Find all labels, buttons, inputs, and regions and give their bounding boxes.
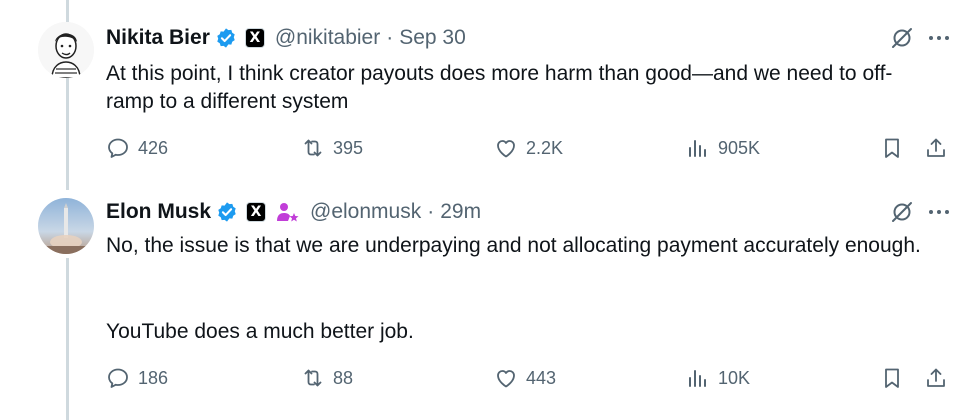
views-count: 10K — [718, 368, 751, 388]
like-button[interactable]: 443 — [494, 366, 556, 390]
repost-button[interactable]: 395 — [301, 136, 363, 160]
separator-dot: · — [427, 200, 435, 223]
views-button[interactable]: 905K — [686, 136, 760, 160]
author-name[interactable]: Elon Musk — [106, 200, 211, 224]
tweet-text-paragraph-1: No, the issue is that we are underpaying… — [106, 234, 921, 257]
reply-icon — [108, 368, 128, 388]
more-options-icon[interactable] — [926, 26, 952, 50]
action-bar: 426 395 2.2K 905K — [106, 136, 950, 166]
bookmark-icon[interactable] — [880, 136, 904, 160]
reply-icon — [108, 138, 128, 158]
avatar-drawing-icon — [38, 22, 94, 78]
repost-button[interactable]: 88 — [301, 366, 353, 390]
author-name[interactable]: Nikita Bier — [106, 26, 210, 50]
timestamp[interactable]: Sep 30 — [399, 26, 466, 50]
more-options-icon[interactable] — [926, 200, 952, 224]
repost-icon — [304, 139, 322, 157]
x-affiliate-icon[interactable]: X — [246, 202, 267, 222]
avatar-rocket-photo-icon — [38, 198, 94, 254]
avatar[interactable] — [38, 198, 94, 254]
reply-count: 426 — [138, 138, 169, 158]
reply-count: 186 — [138, 368, 169, 388]
tweet-nikita[interactable]: Nikita Bier X @nikitabier · Sep 30 At th… — [0, 0, 980, 190]
share-icon[interactable] — [924, 136, 948, 160]
like-button[interactable]: 2.2K — [494, 136, 563, 160]
like-count: 2.2K — [526, 138, 564, 158]
repost-count: 88 — [333, 368, 354, 388]
tweet-elon[interactable]: Elon Musk X @elonmusk · 29m No, the issu… — [0, 190, 980, 420]
reply-button[interactable]: 186 — [106, 366, 168, 390]
avatar[interactable] — [38, 22, 94, 78]
author-handle[interactable]: @elonmusk — [310, 200, 421, 224]
reply-button[interactable]: 426 — [106, 136, 168, 160]
verified-icon[interactable] — [216, 201, 238, 223]
repost-count: 395 — [333, 138, 364, 158]
timestamp[interactable]: 29m — [440, 200, 481, 224]
repost-icon — [304, 369, 322, 387]
tweet-header: Elon Musk X @elonmusk · 29m — [106, 198, 481, 226]
grok-icon[interactable] — [890, 200, 914, 224]
separator-dot: · — [386, 26, 394, 49]
views-chart-icon — [689, 140, 706, 157]
like-count: 443 — [526, 368, 557, 388]
author-handle[interactable]: @nikitabier — [275, 26, 380, 50]
tweet-text-paragraph-2: YouTube does a much better job. — [106, 320, 414, 343]
action-bar: 186 88 443 10K — [106, 366, 950, 396]
tweet-header: Nikita Bier X @nikitabier · Sep 30 — [106, 24, 466, 52]
views-chart-icon — [689, 370, 706, 387]
tweet-text: At this point, I think creator payouts d… — [106, 62, 893, 113]
bookmark-icon[interactable] — [880, 366, 904, 390]
x-affiliate-icon[interactable]: X — [244, 28, 265, 48]
heart-icon — [497, 140, 515, 158]
grok-icon[interactable] — [890, 26, 914, 50]
verified-icon[interactable] — [215, 27, 237, 49]
affiliate-person-icon[interactable] — [274, 201, 300, 223]
views-count: 905K — [718, 138, 761, 158]
views-button[interactable]: 10K — [686, 366, 750, 390]
heart-icon — [497, 370, 515, 388]
share-icon[interactable] — [924, 366, 948, 390]
